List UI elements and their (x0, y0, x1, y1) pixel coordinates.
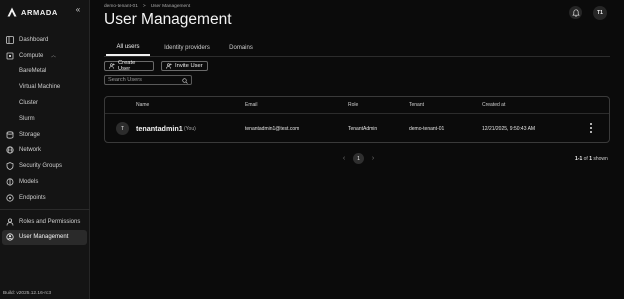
search-input[interactable] (108, 76, 180, 84)
compute-icon (6, 52, 14, 60)
sidebar-item-label: Security Groups (19, 163, 63, 170)
pagination: ‹ 1 › (341, 153, 376, 164)
sidebar-item-network[interactable]: Network (0, 143, 90, 159)
column-header-created-at[interactable]: Created at (482, 102, 505, 108)
pagination-total: 1 (589, 156, 592, 162)
pagination-range: 1-1 (575, 156, 583, 162)
endpoints-icon (6, 194, 14, 202)
current-user-tag: (You) (184, 126, 196, 132)
pagination-info: 1-1 of 1 shown (575, 156, 608, 162)
sidebar-item-label: User Management (19, 234, 69, 241)
sidebar-item-models[interactable]: Models (0, 174, 90, 190)
armada-logo-icon (7, 7, 17, 17)
sidebar-item-storage[interactable]: Storage (0, 127, 90, 143)
pagination-suffix: shown (593, 156, 608, 162)
create-user-label: Create User (117, 60, 136, 72)
column-header-name[interactable]: Name (136, 102, 149, 108)
column-header-tenant[interactable]: Tenant (409, 102, 424, 108)
user-created-at: 12/21/2025, 9:50:43 AM (482, 126, 536, 132)
sidebar-divider (0, 208, 90, 210)
sidebar-item-security-groups[interactable]: Security Groups (0, 158, 90, 174)
sidebar-item-endpoints[interactable]: Endpoints (0, 190, 90, 206)
sidebar-item-slurm[interactable]: Slurm (0, 111, 90, 127)
sidebar-item-label: Storage (19, 131, 41, 138)
build-version: Build: v2025.12.16-rc3 (3, 291, 51, 296)
sidebar-item-label: Cluster (19, 100, 39, 107)
chevron-up-icon: ︿ (50, 53, 56, 60)
sidebar-item-label: Slurm (19, 115, 35, 122)
sidebar-item-dashboard[interactable]: Dashboard (0, 32, 90, 48)
tab-bar: All users Identity providers Domains (104, 40, 610, 57)
table-row[interactable]: T tenantadmin1 (You) tenantadmin1@test.c… (105, 115, 609, 142)
row-actions-menu-icon[interactable] (587, 122, 595, 134)
create-user-button[interactable]: Create User (104, 60, 154, 72)
search-users-field[interactable] (104, 75, 192, 85)
sidebar-item-label: BareMetal (19, 68, 47, 75)
column-header-role[interactable]: Role (348, 102, 358, 108)
sidebar-item-label: Roles and Permissions (19, 218, 81, 225)
user-email: tenantadmin1@test.com (245, 126, 300, 132)
page-title: User Management (104, 11, 232, 28)
invite-user-button[interactable]: Invite User (161, 61, 208, 71)
dashboard-icon (6, 35, 14, 44)
brand-name: ARMADA (21, 7, 58, 17)
sidebar-nav: Dashboard Compute ︿ BareMetal Virtual Ma… (0, 32, 90, 246)
sidebar-item-label: Network (19, 147, 42, 154)
sidebar-item-label: Virtual Machine (19, 84, 61, 91)
invite-user-label: Invite User (175, 63, 203, 69)
models-icon (6, 178, 14, 186)
user-management-icon (6, 233, 14, 242)
search-icon (182, 77, 188, 84)
sidebar-item-compute[interactable]: Compute ︿ (0, 48, 90, 64)
storage-icon (6, 131, 14, 139)
breadcrumb-current: User Management (150, 4, 191, 9)
brand[interactable]: ARMADA (7, 6, 58, 18)
previous-page-icon[interactable]: ‹ (341, 155, 347, 162)
pagination-of: of (583, 156, 588, 162)
collapse-sidebar-icon[interactable]: « (73, 5, 83, 15)
network-icon (6, 146, 14, 155)
roles-icon (6, 218, 14, 226)
bell-icon (571, 8, 580, 17)
sidebar: ARMADA « Dashboard Compute ︿ BareMetal V… (0, 0, 90, 299)
sidebar-item-user-management[interactable]: User Management (2, 229, 87, 246)
page-number-current[interactable]: 1 (353, 153, 364, 164)
breadcrumb: demo-tenant-01 > User Management (104, 4, 190, 9)
sidebar-item-label: Dashboard (19, 36, 49, 43)
notifications-button[interactable] (569, 6, 582, 19)
tab-identity-providers[interactable]: Identity providers (150, 40, 224, 56)
avatar: T (116, 122, 129, 135)
sidebar-item-label: Compute (19, 52, 44, 59)
table-header: Name Email Role Tenant Created at (105, 97, 609, 114)
tab-domains[interactable]: Domains (224, 40, 258, 56)
add-user-icon (109, 63, 115, 69)
sidebar-item-label: Endpoints (19, 194, 46, 201)
breadcrumb-tenant[interactable]: demo-tenant-01 (104, 4, 138, 9)
tab-all-users[interactable]: All users (106, 40, 150, 56)
sidebar-item-cluster[interactable]: Cluster (0, 95, 90, 111)
next-page-icon[interactable]: › (370, 155, 376, 162)
invite-user-icon (166, 63, 172, 69)
sidebar-item-virtual-machine[interactable]: Virtual Machine (0, 79, 90, 95)
breadcrumb-separator: > (142, 4, 146, 9)
sidebar-item-label: Models (19, 179, 39, 186)
user-avatar-button[interactable]: T1 (593, 6, 607, 20)
users-table: Name Email Role Tenant Created at T tena… (104, 96, 610, 143)
column-header-email[interactable]: Email (245, 102, 258, 108)
user-role: TenantAdmin (348, 126, 378, 132)
user-name: tenantadmin1 (136, 124, 183, 133)
user-tenant: demo-tenant-01 (409, 126, 445, 132)
shield-icon (6, 162, 14, 171)
sidebar-item-roles-and-permissions[interactable]: Roles and Permissions (0, 214, 90, 230)
sidebar-item-baremetal[interactable]: BareMetal (0, 64, 90, 80)
